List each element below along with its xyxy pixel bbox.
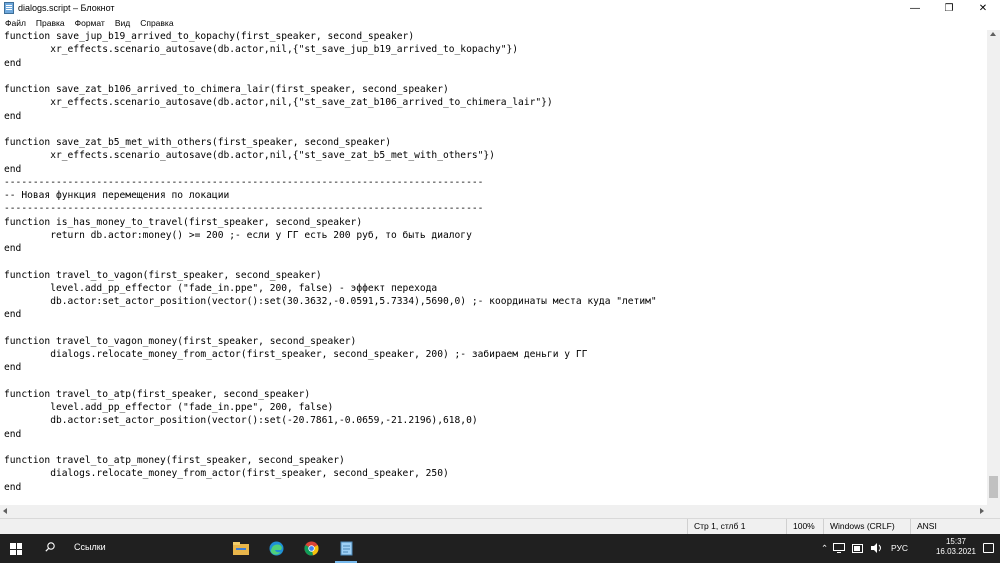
search-icon[interactable]: [45, 542, 55, 552]
code-line[interactable]: end: [4, 110, 987, 123]
edge-icon: [269, 541, 283, 556]
code-line[interactable]: end: [4, 428, 987, 441]
code-line[interactable]: function save_jup_b19_arrived_to_kopachy…: [4, 30, 987, 43]
code-line[interactable]: db.actor:set_actor_position(vector():set…: [4, 414, 987, 427]
code-line[interactable]: function travel_to_atp(first_speaker, se…: [4, 388, 987, 401]
status-encoding: ANSI: [910, 519, 1000, 534]
windows-logo-icon: [10, 543, 16, 549]
scroll-up-icon[interactable]: [990, 32, 996, 36]
clock-date: 16.03.2021: [935, 547, 976, 556]
code-line[interactable]: end: [4, 242, 987, 255]
code-line[interactable]: function save_zat_b5_met_with_others(fir…: [4, 136, 987, 149]
restore-icon: ❐: [944, 2, 954, 14]
minimize-icon: —: [910, 2, 920, 14]
code-line[interactable]: dialogs.relocate_money_from_actor(first_…: [4, 467, 987, 480]
code-line[interactable]: end: [4, 361, 987, 374]
menu-file[interactable]: Файл: [0, 18, 31, 28]
notepad-icon: [340, 541, 352, 556]
code-line[interactable]: [4, 322, 987, 335]
code-line[interactable]: xr_effects.scenario_autosave(db.actor,ni…: [4, 43, 987, 56]
taskbar-search-label[interactable]: Ссылки: [74, 542, 106, 552]
file-explorer-button[interactable]: [230, 538, 252, 559]
code-line[interactable]: ----------------------------------------…: [4, 176, 987, 189]
code-line[interactable]: [4, 441, 987, 454]
code-line[interactable]: function travel_to_vagon(first_speaker, …: [4, 269, 987, 282]
code-line[interactable]: end: [4, 481, 987, 494]
volume-icon[interactable]: [871, 543, 883, 553]
code-line[interactable]: function save_zat_b106_arrived_to_chimer…: [4, 83, 987, 96]
code-line[interactable]: function travel_to_vagon_money(first_spe…: [4, 335, 987, 348]
chevron-up-icon[interactable]: ⌃: [821, 543, 828, 554]
clock[interactable]: 15:37 16.03.2021: [936, 537, 976, 557]
start-button[interactable]: [10, 543, 22, 555]
status-line-endings: Windows (CRLF): [823, 519, 910, 534]
code-line[interactable]: end: [4, 163, 987, 176]
vertical-scroll-thumb[interactable]: [989, 476, 998, 498]
language-indicator[interactable]: РУС: [891, 543, 908, 553]
notepad-taskbar-button[interactable]: [335, 538, 357, 563]
code-line[interactable]: function is_has_money_to_travel(first_sp…: [4, 216, 987, 229]
text-editor[interactable]: function save_jup_b19_arrived_to_kopachy…: [0, 30, 987, 512]
window-controls: — ❐ ✕: [898, 0, 1000, 16]
code-line[interactable]: dialogs.relocate_money_from_actor(first_…: [4, 348, 987, 361]
code-line[interactable]: [4, 70, 987, 83]
close-icon: ✕: [978, 2, 988, 14]
code-line[interactable]: -- Новая функция перемещения по локации: [4, 189, 987, 202]
network-icon[interactable]: [833, 543, 845, 553]
folder-icon: [233, 542, 249, 555]
chrome-button[interactable]: [300, 538, 322, 559]
vertical-scrollbar[interactable]: [987, 30, 1000, 512]
code-line[interactable]: ----------------------------------------…: [4, 202, 987, 215]
status-cursor-position: Стр 1, стлб 1: [687, 519, 786, 534]
scroll-right-icon[interactable]: [980, 508, 984, 514]
system-tray: ⌃ РУС 15:37 16.03.2021: [800, 534, 1000, 563]
edge-button[interactable]: [265, 538, 287, 559]
menu-bar: Файл Правка Формат Вид Справка: [0, 16, 1000, 30]
menu-edit[interactable]: Правка: [31, 18, 70, 28]
horizontal-scrollbar[interactable]: [0, 505, 987, 518]
code-line[interactable]: [4, 375, 987, 388]
code-line[interactable]: xr_effects.scenario_autosave(db.actor,ni…: [4, 96, 987, 109]
clock-time: 15:37: [945, 537, 966, 546]
menu-format[interactable]: Формат: [70, 18, 110, 28]
status-zoom: 100%: [786, 519, 823, 534]
chrome-icon: [303, 541, 319, 556]
scrollbar-corner: [987, 505, 1000, 518]
editor-content[interactable]: function save_jup_b19_arrived_to_kopachy…: [0, 30, 987, 494]
code-line[interactable]: db.actor:set_actor_position(vector():set…: [4, 295, 987, 308]
code-line[interactable]: level.add_pp_effector ("fade_in.ppe", 20…: [4, 282, 987, 295]
status-bar: Стр 1, стлб 1 100% Windows (CRLF) ANSI: [0, 518, 1000, 534]
code-line[interactable]: end: [4, 308, 987, 321]
code-line[interactable]: end: [4, 57, 987, 70]
maximize-button[interactable]: ❐: [932, 0, 966, 16]
code-line[interactable]: [4, 255, 987, 268]
code-line[interactable]: [4, 123, 987, 136]
taskbar: Ссылки ⌃ РУС 15:37 16.03.2021: [0, 534, 1000, 563]
notepad-app-icon: [4, 2, 14, 14]
code-line[interactable]: level.add_pp_effector ("fade_in.ppe", 20…: [4, 401, 987, 414]
notification-icon[interactable]: [983, 543, 994, 553]
close-button[interactable]: ✕: [966, 0, 1000, 16]
title-bar: dialogs.script – Блокнот — ❐ ✕: [0, 0, 1000, 16]
scroll-left-icon[interactable]: [3, 508, 7, 514]
menu-help[interactable]: Справка: [135, 18, 178, 28]
menu-view[interactable]: Вид: [110, 18, 135, 28]
window-title: dialogs.script – Блокнот: [18, 3, 115, 13]
minimize-button[interactable]: —: [898, 0, 932, 16]
code-line[interactable]: return db.actor:money() >= 200 ;- если у…: [4, 229, 987, 242]
code-line[interactable]: function travel_to_atp_money(first_speak…: [4, 454, 987, 467]
code-line[interactable]: xr_effects.scenario_autosave(db.actor,ni…: [4, 149, 987, 162]
battery-icon[interactable]: [852, 544, 864, 553]
